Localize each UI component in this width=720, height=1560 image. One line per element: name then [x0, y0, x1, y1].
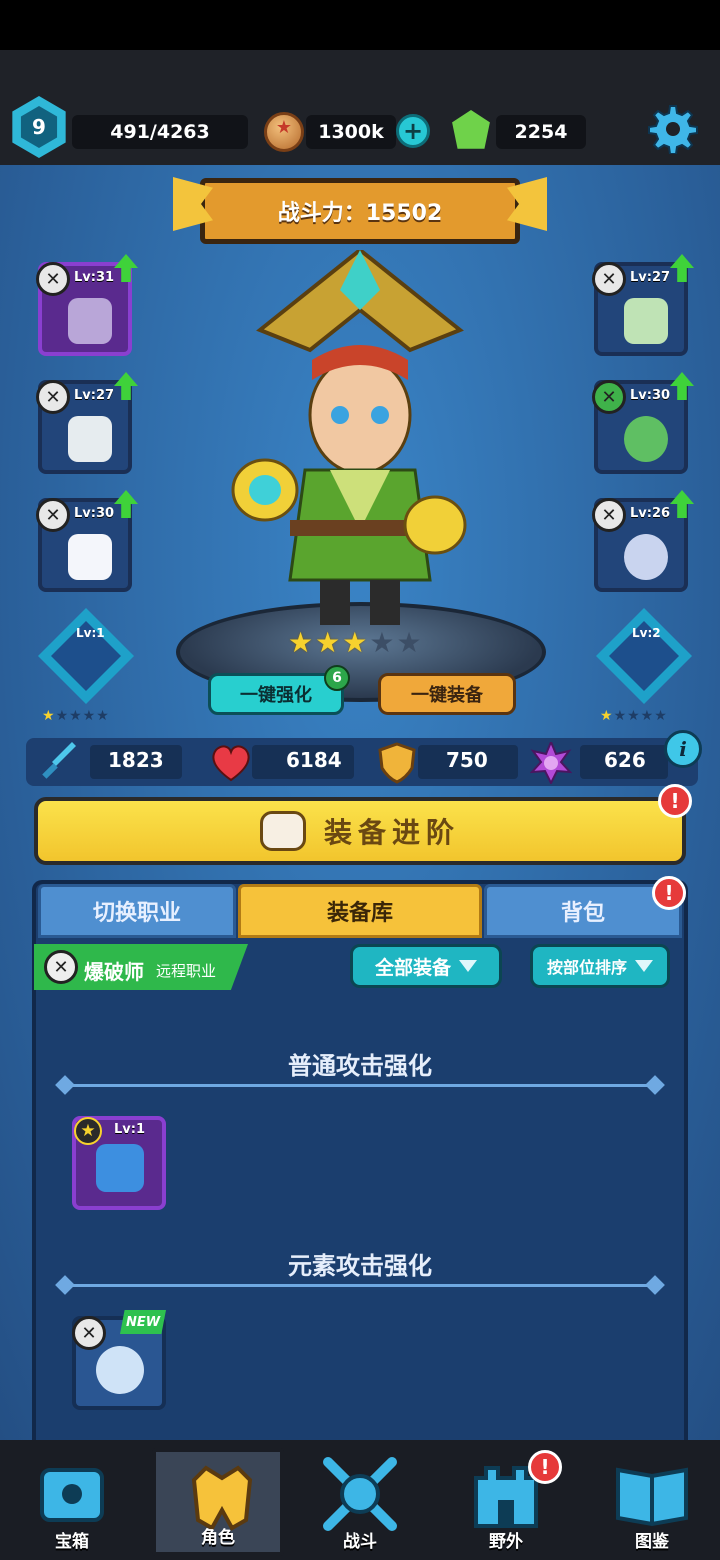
unequip-icon[interactable]: ✕	[36, 262, 70, 296]
rune-stars-right: ★★★★★	[600, 708, 668, 724]
category-value: 全部装备	[374, 956, 451, 979]
helmet-icon	[68, 298, 112, 344]
equip-slot-head[interactable]: Lv:31 ✕	[36, 254, 138, 356]
crossed-swords-icon	[323, 1457, 397, 1531]
equipment-advance-button[interactable]: 装备进阶	[34, 797, 686, 865]
heart-icon	[212, 745, 250, 782]
unequip-icon[interactable]: ✕	[592, 262, 626, 296]
hood-icon	[624, 298, 668, 344]
special-value: 626	[604, 748, 646, 772]
rune-level-right: Lv:2	[632, 626, 661, 640]
new-badge: NEW	[120, 1310, 166, 1334]
helmet-icon	[96, 1144, 144, 1192]
nav-chest[interactable]: 宝箱	[12, 1448, 132, 1556]
unequip-icon[interactable]: ✕	[36, 498, 70, 532]
advance-alert-icon: !	[658, 784, 692, 818]
equip-slot-level: Lv:27	[74, 388, 115, 403]
exp-counter: 491/4263	[72, 115, 248, 149]
chest-icon	[40, 1468, 104, 1522]
nav-battle[interactable]: 战斗	[300, 1448, 420, 1556]
armor-icon	[68, 416, 112, 462]
auto-equip-button[interactable]: 一键装备	[378, 673, 516, 715]
nav-label: 图鉴	[635, 1532, 669, 1552]
health-value: 6184	[286, 748, 342, 772]
attack-value: 1823	[108, 748, 164, 772]
equip-slot-level: Lv:30	[74, 506, 115, 521]
nav-codex[interactable]: 图鉴	[592, 1448, 712, 1556]
armor-advance-icon	[259, 811, 306, 851]
tab-switch-class[interactable]: 切换职业	[38, 884, 236, 938]
class-icon: ✕	[44, 950, 78, 984]
equip-slot-boots[interactable]: Lv:30 ✕	[36, 490, 138, 592]
section-divider	[62, 1284, 658, 1287]
item-level: Lv:1	[114, 1122, 146, 1137]
ring-icon	[624, 534, 668, 580]
sort-dropdown[interactable]: 按部位排序	[530, 944, 670, 988]
unequip-icon[interactable]: ✕	[592, 498, 626, 532]
unequip-icon[interactable]: ✕	[592, 380, 626, 414]
rune-level-left: Lv:1	[76, 626, 105, 640]
spiked-gem-icon	[530, 742, 572, 784]
nav-character[interactable]: 角色	[152, 1448, 284, 1556]
book-icon	[616, 1467, 688, 1527]
auto-upgrade-count-badge: 6	[324, 665, 350, 691]
combat-power-text: 战斗力：15502	[277, 201, 443, 226]
amulet-icon	[624, 416, 668, 462]
equip-slot-hood[interactable]: Lv:27 ✕	[592, 254, 694, 356]
combat-power-banner: 战斗力：15502	[200, 178, 520, 244]
equip-slot-ring[interactable]: Lv:26 ✕	[592, 490, 694, 592]
advance-label: 装备进阶	[323, 816, 460, 849]
defense-value: 750	[446, 748, 488, 772]
section-divider	[62, 1084, 658, 1087]
equip-slot-amulet[interactable]: Lv:30 ✕	[592, 372, 694, 474]
equip-slot-level: Lv:30	[630, 388, 671, 403]
chevron-down-icon	[635, 960, 653, 972]
class-type: 远程职业	[156, 962, 217, 980]
orb-icon	[96, 1346, 144, 1394]
gem-amount: 2254	[496, 115, 586, 149]
shield-icon	[378, 742, 416, 784]
gold-coin-icon	[264, 112, 304, 152]
section-title: 元素攻击强化	[288, 1252, 432, 1280]
backpack-alert-icon: !	[652, 876, 686, 910]
nav-label: 角色	[201, 1528, 235, 1548]
equip-slot-level: Lv:27	[630, 270, 671, 285]
status-bar	[0, 0, 720, 50]
tab-equipment-library[interactable]: 装备库	[238, 884, 482, 938]
info-button[interactable]: i	[664, 730, 702, 768]
equip-slot-level: Lv:26	[630, 506, 671, 521]
sort-value: 按部位排序	[546, 958, 627, 977]
gold-amount: 1300k	[306, 115, 396, 149]
class-name: 爆破师	[84, 960, 144, 984]
nav-label: 宝箱	[55, 1532, 89, 1552]
equip-slot-level: Lv:31	[74, 270, 115, 285]
section-title: 普通攻击强化	[288, 1052, 432, 1080]
equip-slot-armor[interactable]: Lv:27 ✕	[36, 372, 138, 474]
sword-icon	[42, 742, 76, 779]
rune-stars-left: ★★★★★	[42, 708, 110, 724]
unequip-icon[interactable]: ✕	[36, 380, 70, 414]
field-alert-icon: !	[528, 1450, 562, 1484]
unequip-icon[interactable]: ✕	[72, 1316, 106, 1350]
boots-icon	[68, 534, 112, 580]
nav-label: 野外	[489, 1532, 523, 1552]
settings-gear-icon[interactable]	[648, 104, 698, 154]
hero-character[interactable]	[230, 250, 490, 630]
category-dropdown[interactable]: 全部装备	[350, 944, 502, 988]
star-icon: ★	[74, 1117, 102, 1145]
add-gold-button[interactable]: +	[396, 114, 430, 148]
chevron-down-icon	[459, 960, 477, 972]
hero-star-rating: ★★★★★	[288, 626, 424, 659]
nav-label: 战斗	[343, 1532, 377, 1552]
